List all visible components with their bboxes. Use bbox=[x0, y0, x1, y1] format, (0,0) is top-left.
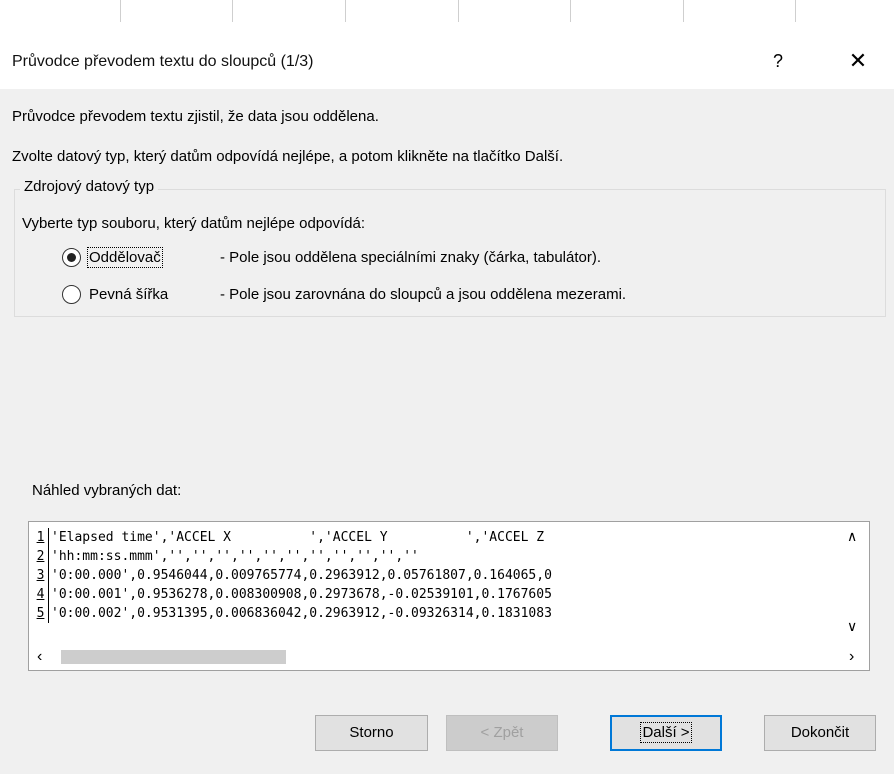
scroll-right-icon[interactable]: › bbox=[849, 648, 854, 666]
next-button[interactable]: Další > bbox=[610, 715, 722, 751]
scroll-left-icon[interactable]: ‹ bbox=[37, 648, 42, 666]
radio-delimited[interactable]: Oddělovač - Pole jsou oddělena speciální… bbox=[62, 245, 601, 269]
finish-button[interactable]: Dokončit bbox=[764, 715, 876, 751]
row-number: 4 bbox=[33, 585, 49, 604]
radio-button-checked[interactable] bbox=[62, 247, 81, 267]
back-button[interactable]: < Zpět bbox=[446, 715, 558, 751]
next-button-label: Další > bbox=[640, 722, 692, 743]
spreadsheet-background bbox=[0, 0, 894, 22]
row-text: '0:00.000',0.9546044,0.009765774,0.29639… bbox=[51, 568, 552, 583]
text-to-columns-dialog: Průvodce převodem textu do sloupců (1/3)… bbox=[0, 37, 894, 774]
grid-line bbox=[795, 0, 796, 22]
row-number: 1 bbox=[33, 528, 49, 547]
radio-label-fixed-width: Pevná šířka bbox=[89, 285, 169, 303]
preview-row: 4 '0:00.001',0.9536278,0.008300908,0.297… bbox=[29, 585, 841, 604]
vertical-scrollbar[interactable]: ∧ ∨ bbox=[841, 522, 869, 644]
title-bar: Průvodce převodem textu do sloupců (1/3)… bbox=[0, 37, 894, 89]
radio-fixed-width[interactable]: Pevná šířka - Pole jsou zarovnána do slo… bbox=[62, 282, 626, 306]
preview-row: 3 '0:00.000',0.9546044,0.009765774,0.296… bbox=[29, 566, 841, 585]
scroll-up-icon[interactable]: ∧ bbox=[847, 528, 857, 545]
row-text: '0:00.002',0.9531395,0.006836042,0.29639… bbox=[51, 606, 552, 621]
preview-row: 2 'hh:mm:ss.mmm','','','','','','','',''… bbox=[29, 547, 841, 566]
preview-rows: 1 'Elapsed time','ACCEL X ','ACCEL Y ','… bbox=[29, 528, 841, 646]
row-number: 5 bbox=[33, 604, 49, 623]
preview-row: 1 'Elapsed time','ACCEL X ','ACCEL Y ','… bbox=[29, 528, 841, 547]
scroll-thumb[interactable] bbox=[61, 650, 286, 664]
row-text: '0:00.001',0.9536278,0.008300908,0.29736… bbox=[51, 587, 552, 602]
preview-label: Náhled vybraných dat: bbox=[32, 482, 182, 499]
close-button[interactable]: ✕ bbox=[838, 43, 878, 79]
row-text: 'Elapsed time','ACCEL X ','ACCEL Y ','AC… bbox=[51, 530, 545, 545]
cancel-button[interactable]: Storno bbox=[315, 715, 428, 751]
grid-line bbox=[570, 0, 571, 22]
grid-line bbox=[232, 0, 233, 22]
intro-line-2: Zvolte datový typ, který datům odpovídá … bbox=[12, 148, 564, 165]
radio-label-delimited: Oddělovač bbox=[87, 246, 220, 268]
row-number: 3 bbox=[33, 566, 49, 585]
source-type-prompt: Vyberte typ souboru, který datům nejlépe… bbox=[22, 215, 365, 232]
intro-line-1: Průvodce převodem textu zjistil, že data… bbox=[12, 108, 379, 125]
preview-row: 5 '0:00.002',0.9531395,0.006836042,0.296… bbox=[29, 604, 841, 623]
dialog-title: Průvodce převodem textu do sloupců (1/3) bbox=[12, 53, 314, 70]
row-number: 2 bbox=[33, 547, 49, 566]
row-text: 'hh:mm:ss.mmm','','','','','','','','','… bbox=[51, 549, 419, 564]
radio-description-fixed-width: - Pole jsou zarovnána do sloupců a jsou … bbox=[220, 285, 627, 303]
grid-line bbox=[345, 0, 346, 22]
radio-button-unchecked[interactable] bbox=[62, 284, 81, 304]
help-button[interactable]: ? bbox=[760, 43, 796, 79]
grid-line bbox=[683, 0, 684, 22]
grid-line bbox=[458, 0, 459, 22]
horizontal-scrollbar[interactable]: ‹ › bbox=[29, 644, 869, 670]
radio-description-delimited: - Pole jsou oddělena speciálními znaky (… bbox=[220, 248, 602, 266]
data-preview-pane[interactable]: 1 'Elapsed time','ACCEL X ','ACCEL Y ','… bbox=[28, 521, 870, 671]
radio-label-text: Oddělovač bbox=[87, 246, 163, 268]
scroll-down-icon[interactable]: ∨ bbox=[847, 618, 857, 635]
grid-line bbox=[120, 0, 121, 22]
source-type-legend: Zdrojový datový typ bbox=[20, 178, 159, 195]
